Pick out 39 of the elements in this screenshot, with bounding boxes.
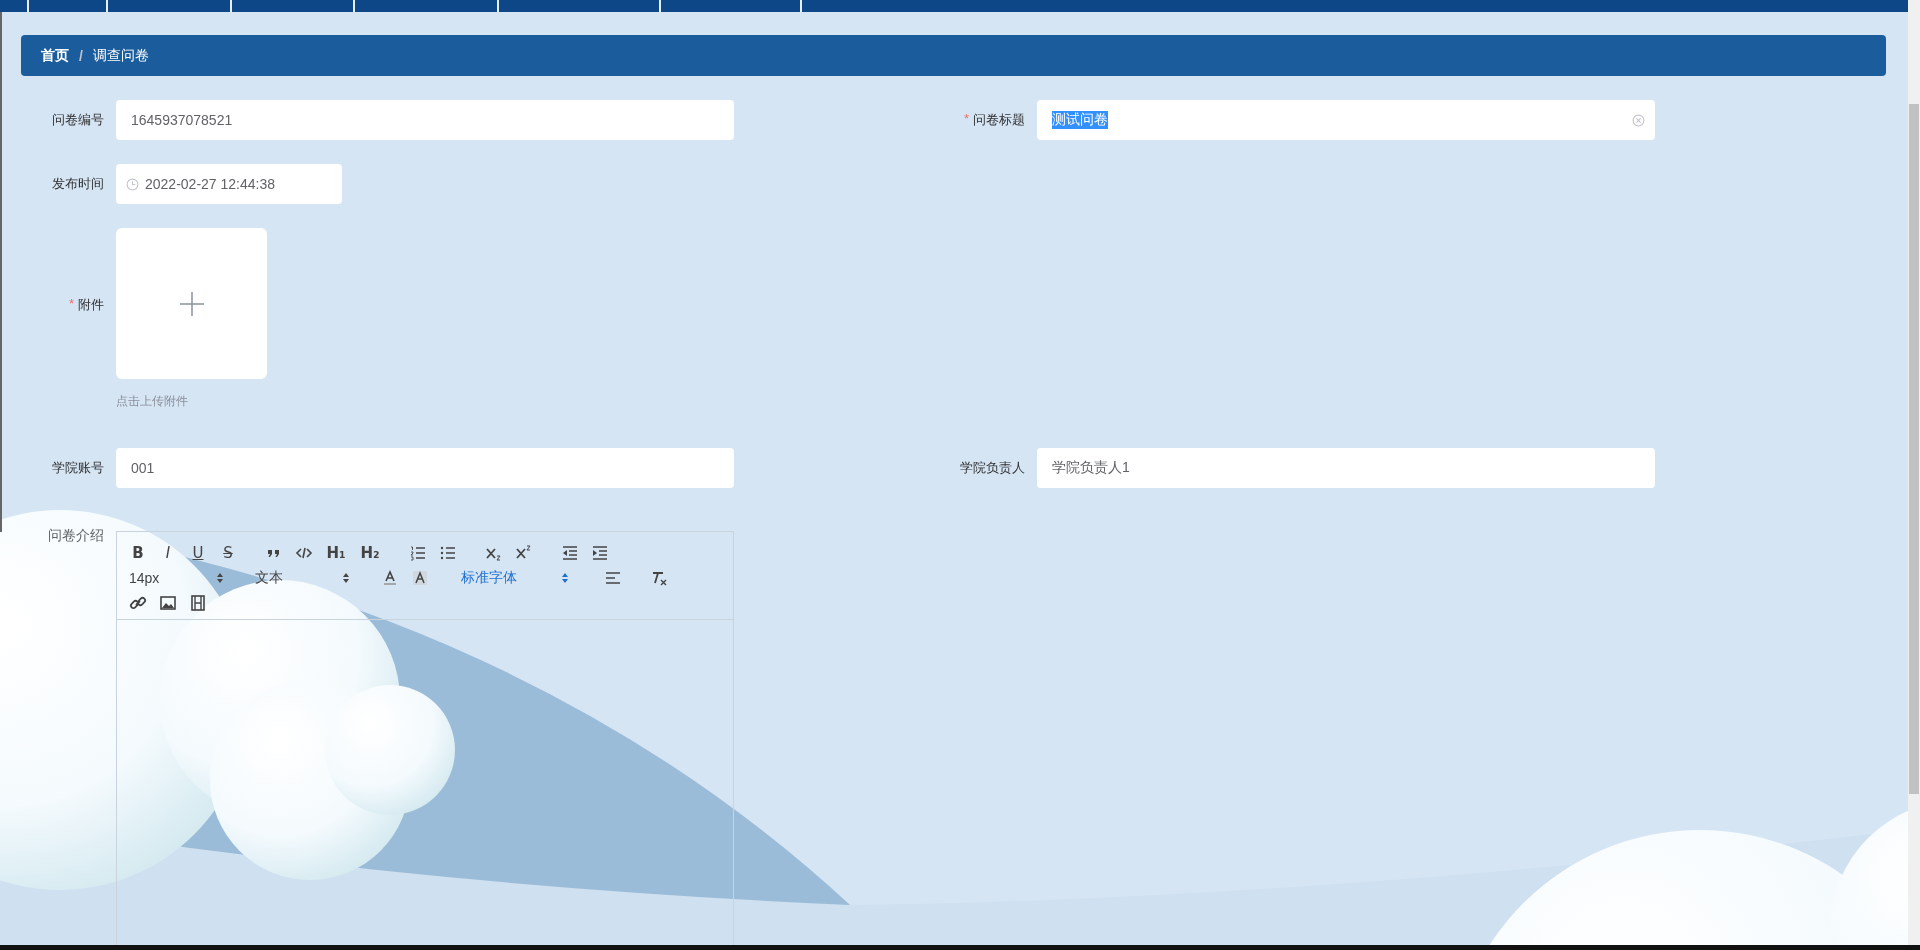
college-leader-field[interactable]: 学院负责人1: [1037, 448, 1655, 488]
upload-hint: 点击上传附件: [116, 393, 189, 410]
bold-button[interactable]: B: [129, 543, 147, 562]
sort-caret-icon: [342, 571, 350, 584]
field-label: 学院账号: [52, 459, 104, 477]
clock-icon: [126, 177, 139, 191]
format-dropdown[interactable]: 文本: [255, 568, 350, 587]
required-mark: *: [963, 111, 969, 128]
ordered-list-icon[interactable]: [409, 543, 427, 562]
scrollbar[interactable]: [1908, 0, 1920, 945]
field-label: 附件: [78, 296, 104, 314]
field-label: 发布时间: [52, 175, 104, 193]
heading-button[interactable]: H₂: [359, 543, 381, 562]
italic-button[interactable]: I: [159, 543, 177, 562]
breadcrumb-link[interactable]: 调查问卷: [92, 46, 149, 65]
background-color-icon[interactable]: [411, 568, 429, 587]
required-mark: *: [68, 296, 74, 313]
underline-button[interactable]: U: [189, 543, 207, 562]
date-time-field[interactable]: 2022-02-27 12:44:38: [116, 164, 342, 204]
sort-caret-icon: [216, 571, 224, 584]
field-label: 问卷介绍: [48, 527, 104, 545]
indent-icon[interactable]: [591, 543, 609, 562]
college-account-field[interactable]: 001: [116, 448, 734, 488]
field-label: 学院负责人: [960, 459, 1025, 477]
font-color-icon[interactable]: [381, 568, 399, 587]
survey-id-field[interactable]: 1645937078521: [116, 100, 734, 140]
breadcrumb-separator: /: [79, 47, 83, 64]
image-icon[interactable]: [159, 593, 177, 612]
format-dropdown[interactable]: 标准字体: [461, 568, 569, 587]
heading-button[interactable]: H₁: [325, 543, 347, 562]
field-label: 问卷编号: [52, 111, 104, 129]
field-label: 问卷标题: [973, 111, 1025, 129]
breadcrumb-link[interactable]: 首页: [41, 46, 69, 65]
strike-button[interactable]: S: [219, 543, 237, 562]
sort-caret-icon: [561, 571, 569, 584]
outdent-icon[interactable]: [561, 543, 579, 562]
format-dropdown[interactable]: 14px: [129, 569, 224, 586]
plus-icon: [179, 291, 204, 316]
video-icon[interactable]: [189, 593, 207, 612]
